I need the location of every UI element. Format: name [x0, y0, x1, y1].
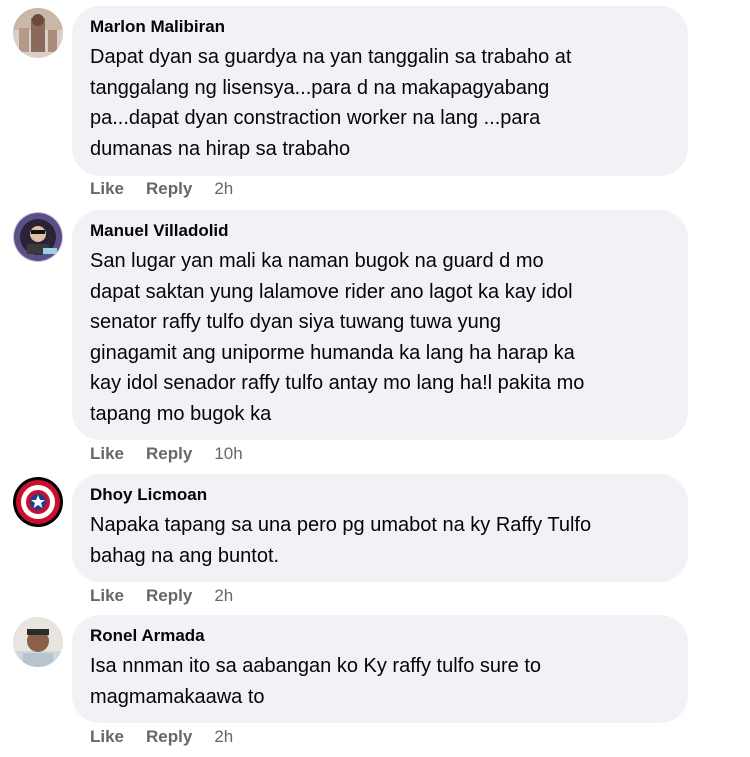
avatar[interactable]	[13, 477, 63, 527]
like-button[interactable]: Like	[90, 586, 124, 606]
comment-bubble: Ronel Armada Isa nnman ito sa aabangan k…	[72, 615, 688, 723]
comment-timestamp[interactable]: 10h	[214, 444, 242, 464]
comment-timestamp[interactable]: 2h	[214, 179, 233, 199]
comment-actions: Like Reply 10h	[90, 444, 243, 464]
reply-button[interactable]: Reply	[146, 179, 192, 199]
reply-button[interactable]: Reply	[146, 586, 192, 606]
comment-author[interactable]: Marlon Malibiran	[90, 16, 670, 38]
comment-author[interactable]: Dhoy Licmoan	[90, 484, 670, 506]
comment-actions: Like Reply 2h	[90, 586, 233, 606]
comment-timestamp[interactable]: 2h	[214, 586, 233, 606]
like-button[interactable]: Like	[90, 179, 124, 199]
comment-bubble: Marlon Malibiran Dapat dyan sa guardya n…	[72, 6, 688, 176]
comment-text: Isa nnman ito sa aabangan ko Ky raffy tu…	[90, 655, 542, 708]
comment-text: Napaka tapang sa una pero pg umabot na k…	[90, 514, 592, 567]
comment-actions: Like Reply 2h	[90, 727, 233, 747]
reply-button[interactable]: Reply	[146, 444, 192, 464]
comment-author[interactable]: Ronel Armada	[90, 625, 670, 647]
like-button[interactable]: Like	[90, 444, 124, 464]
comment-text: San lugar yan mali ka naman bugok na gua…	[90, 250, 585, 425]
comment-timestamp[interactable]: 2h	[214, 727, 233, 747]
comment-actions: Like Reply 2h	[90, 179, 233, 199]
comment-bubble: Dhoy Licmoan Napaka tapang sa una pero p…	[72, 474, 688, 582]
avatar[interactable]	[13, 212, 63, 262]
comment-text: Dapat dyan sa guardya na yan tanggalin s…	[90, 46, 572, 160]
avatar[interactable]	[13, 617, 63, 667]
comment-author[interactable]: Manuel Villadolid	[90, 220, 670, 242]
avatar[interactable]	[13, 8, 63, 58]
like-button[interactable]: Like	[90, 727, 124, 747]
reply-button[interactable]: Reply	[146, 727, 192, 747]
comment-bubble: Manuel Villadolid San lugar yan mali ka …	[72, 210, 688, 440]
